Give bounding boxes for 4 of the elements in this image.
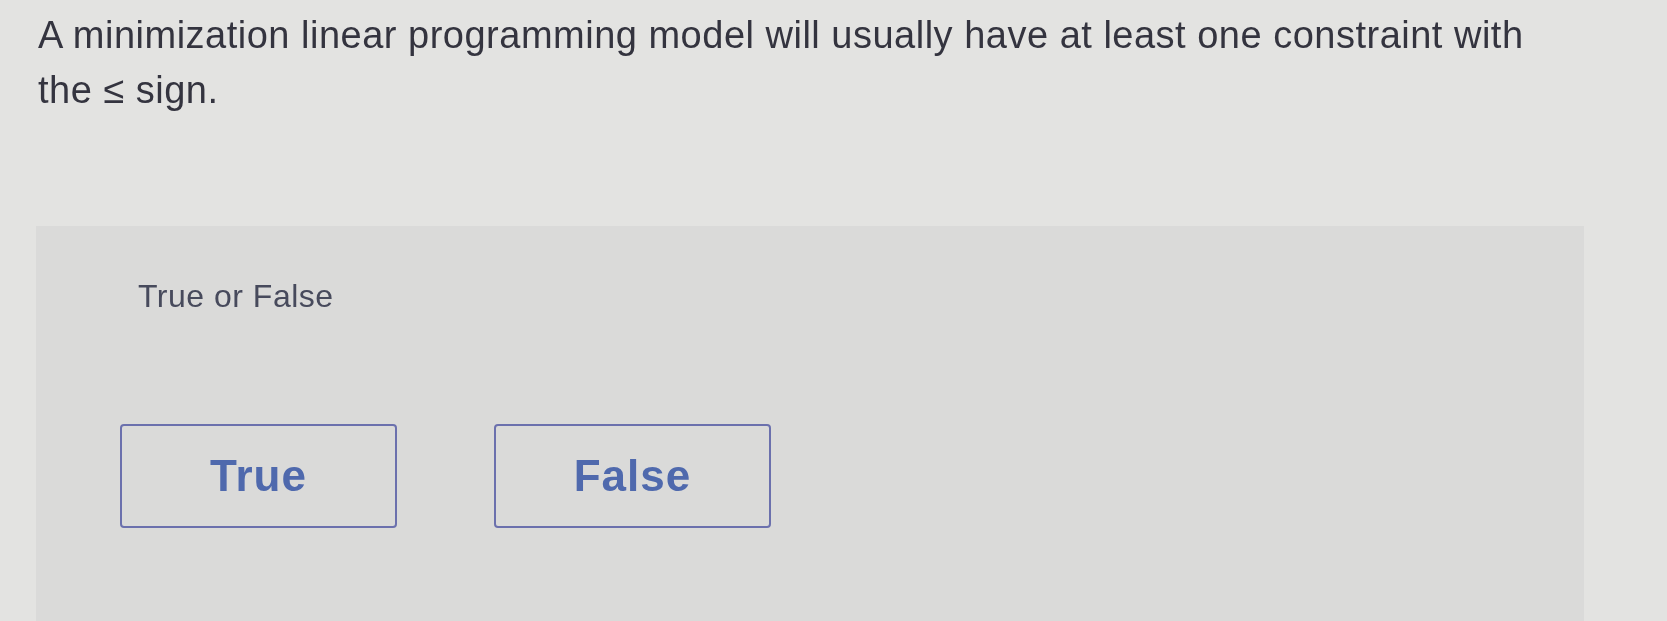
answer-option-button[interactable]: False (494, 424, 771, 528)
question-text: A minimization linear programming model will usually have at least one constraint with the ≤ sign. (38, 13, 1525, 113)
answer-option-button[interactable]: True (120, 424, 397, 528)
answer-prompt: True or False (138, 277, 334, 316)
